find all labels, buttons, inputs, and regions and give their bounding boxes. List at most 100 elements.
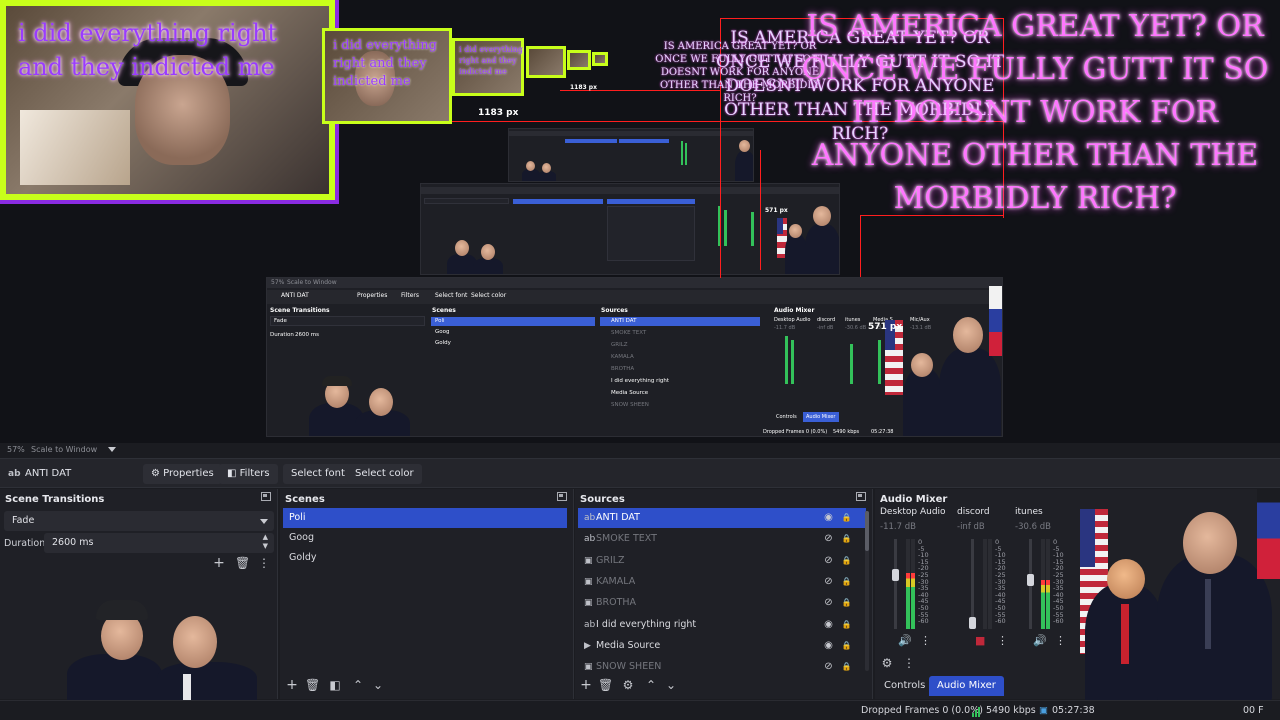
nested-source-6: Media Source xyxy=(611,390,649,396)
scene-item-goog[interactable]: Goog xyxy=(283,528,567,548)
chevron-down-icon[interactable] xyxy=(108,447,116,452)
lock-icon[interactable]: 🔒 xyxy=(841,640,852,651)
lock-icon[interactable]: 🔒 xyxy=(841,661,852,672)
volume-slider-knob[interactable] xyxy=(892,568,899,581)
signal-icon xyxy=(972,713,974,717)
meter-scale-tick: -60 xyxy=(1053,617,1064,626)
dock-float-icon[interactable] xyxy=(856,492,866,501)
image-icon: ▣ xyxy=(584,555,593,566)
eye-icon[interactable]: ◉ xyxy=(823,619,834,630)
more-options-icon[interactable]: ⋮ xyxy=(920,634,931,647)
trash-icon[interactable]: 🗑 xyxy=(235,555,250,571)
speaker-icon[interactable]: 🔊 xyxy=(1033,634,1047,647)
dock-float-icon[interactable] xyxy=(261,492,271,501)
volume-slider[interactable] xyxy=(969,539,976,629)
filters-label: Filters xyxy=(239,468,270,479)
trash-icon[interactable]: 🗑 xyxy=(305,677,320,693)
overlay-text: IS AMERICA GREAT YET? OR ONCE WE FULLY G… xyxy=(801,9,1269,216)
eye-icon[interactable]: ◉ xyxy=(823,512,834,523)
nested-source-4: BROTHA xyxy=(611,366,635,372)
scale-mode-dropdown[interactable]: Scale to Window xyxy=(31,445,97,454)
source-item[interactable]: ▣ KAMALA ⊘ 🔒 xyxy=(578,572,866,592)
source-item[interactable]: ▶ Media Source ◉ 🔒 xyxy=(578,636,866,656)
source-item[interactable]: ▣ GRILZ ⊘ 🔒 xyxy=(578,551,866,571)
nested-source-3: KAMALA xyxy=(611,354,634,360)
volume-slider-knob[interactable] xyxy=(1027,574,1034,587)
spin-arrows-icon[interactable]: ▲ ▼ xyxy=(263,533,268,551)
volume-slider-knob[interactable] xyxy=(969,617,976,629)
nested-db-2: -30.6 dB xyxy=(845,325,867,331)
tab-controls[interactable]: Controls xyxy=(876,676,933,696)
eye-off-icon[interactable]: ⊘ xyxy=(823,597,834,608)
source-item[interactable]: abSMOKE TEXT ⊘ 🔒 xyxy=(578,529,866,549)
nested-obs-window: 57% Scale to Window ANTI DAT Properties … xyxy=(266,277,1003,437)
more-options-icon[interactable]: ⋮ xyxy=(257,555,271,571)
more-options-icon[interactable]: ⋮ xyxy=(997,634,1008,647)
select-font-button[interactable]: Select font xyxy=(283,464,353,484)
scene-filters-icon[interactable]: ◧ xyxy=(328,677,342,693)
filters-button[interactable]: ◧ Filters xyxy=(219,464,278,484)
nested-source-5: I did everything right xyxy=(611,378,669,384)
sources-dock: Sources abANTI DAT ◉ 🔒 abSMOKE TEXT ⊘ 🔒 ▣ GRILZ… xyxy=(575,489,873,699)
eye-off-icon[interactable]: ⊘ xyxy=(823,533,834,544)
webcam-overlay-mini-1: i did everything right and they indicted… xyxy=(322,28,452,124)
gear-icon[interactable]: ⚙ xyxy=(621,677,635,693)
move-up-icon[interactable]: ⌃ xyxy=(644,677,658,693)
lock-icon[interactable]: 🔒 xyxy=(841,597,852,608)
more-options-icon[interactable]: ⋮ xyxy=(902,655,916,671)
filter-icon: ◧ xyxy=(227,468,240,479)
nested-people-image-left xyxy=(305,368,415,436)
lock-icon[interactable]: 🔒 xyxy=(841,555,852,566)
mixer-settings-icon[interactable]: ⚙ xyxy=(880,655,894,671)
eye-off-icon[interactable]: ⊘ xyxy=(823,576,834,587)
fps-indicator: 00 F xyxy=(1243,705,1264,716)
audio-mixer-dock: Audio Mixer Desktop Audio -11.7 dB 0 -5 -10-… xyxy=(875,489,1280,704)
transition-select[interactable]: Fade xyxy=(4,511,274,531)
eye-off-icon[interactable]: ⊘ xyxy=(823,555,834,566)
nested-scene-1: Goog xyxy=(435,329,450,335)
nested-transitions-title: Scene Transitions xyxy=(270,307,330,314)
level-meter xyxy=(1046,539,1050,629)
select-color-button[interactable]: Select color xyxy=(347,464,422,484)
speaker-muted-icon[interactable]: ■ xyxy=(975,634,985,647)
scene-item-poli[interactable]: Poli xyxy=(283,508,567,528)
add-transition-icon[interactable]: + xyxy=(212,555,226,571)
lock-icon[interactable]: 🔒 xyxy=(841,576,852,587)
trash-icon[interactable]: 🗑 xyxy=(598,677,613,693)
sources-scrollbar[interactable] xyxy=(865,511,869,671)
lock-icon[interactable]: 🔒 xyxy=(841,512,852,523)
stream-time-icon: ▣ xyxy=(1039,705,1048,716)
level-meter xyxy=(911,539,915,629)
duration-spinbox[interactable]: 2600 ms ▲ ▼ xyxy=(44,533,274,553)
volume-slider[interactable] xyxy=(892,539,899,629)
nested-db-0: -11.7 dB xyxy=(774,325,796,331)
tab-audio-mixer[interactable]: Audio Mixer xyxy=(929,676,1004,696)
move-up-icon[interactable]: ⌃ xyxy=(351,677,365,693)
mixer-channel: discord -inf dB 0 -5 -10 -15 -20 -25 -30 -35 -40 -4… xyxy=(957,507,1015,647)
source-toolbar: ab ANTI DAT ⚙ Properties ◧ Filters Selec… xyxy=(0,458,1280,488)
add-source-icon[interactable]: + xyxy=(579,677,593,693)
volume-slider[interactable] xyxy=(1027,539,1034,629)
eye-icon[interactable]: ◉ xyxy=(823,640,834,651)
properties-button[interactable]: ⚙ Properties xyxy=(143,464,222,484)
source-item[interactable]: ▣ BROTHA ⊘ 🔒 xyxy=(578,593,866,613)
source-item[interactable]: ▣ SNOW SHEEN ⊘ 🔒 xyxy=(578,657,866,677)
move-down-icon[interactable]: ⌄ xyxy=(664,677,678,693)
px-tag-571-small: 571 px xyxy=(765,207,788,214)
mixer-channel-db: -inf dB xyxy=(957,522,985,532)
move-down-icon[interactable]: ⌄ xyxy=(371,677,385,693)
scene-item-goldy[interactable]: Goldy xyxy=(283,548,567,568)
eye-off-icon[interactable]: ⊘ xyxy=(823,661,834,672)
dock-float-icon[interactable] xyxy=(557,492,567,501)
lock-icon[interactable]: 🔒 xyxy=(841,619,852,630)
source-item[interactable]: abI did everything right ◉ 🔒 xyxy=(578,615,866,635)
source-item[interactable]: abANTI DAT ◉ 🔒 xyxy=(578,508,866,528)
lock-icon[interactable]: 🔒 xyxy=(841,533,852,544)
preview-canvas[interactable]: 57% Scale to Window ANTI DAT Properties … xyxy=(0,0,1280,443)
more-options-icon[interactable]: ⋮ xyxy=(1055,634,1066,647)
add-scene-icon[interactable]: + xyxy=(285,677,299,693)
source-item-label: SNOW SHEEN xyxy=(596,661,662,673)
speaker-icon[interactable]: 🔊 xyxy=(898,634,912,647)
nested-transition-value: Fade xyxy=(274,318,287,324)
source-item-label: KAMALA xyxy=(596,575,636,587)
